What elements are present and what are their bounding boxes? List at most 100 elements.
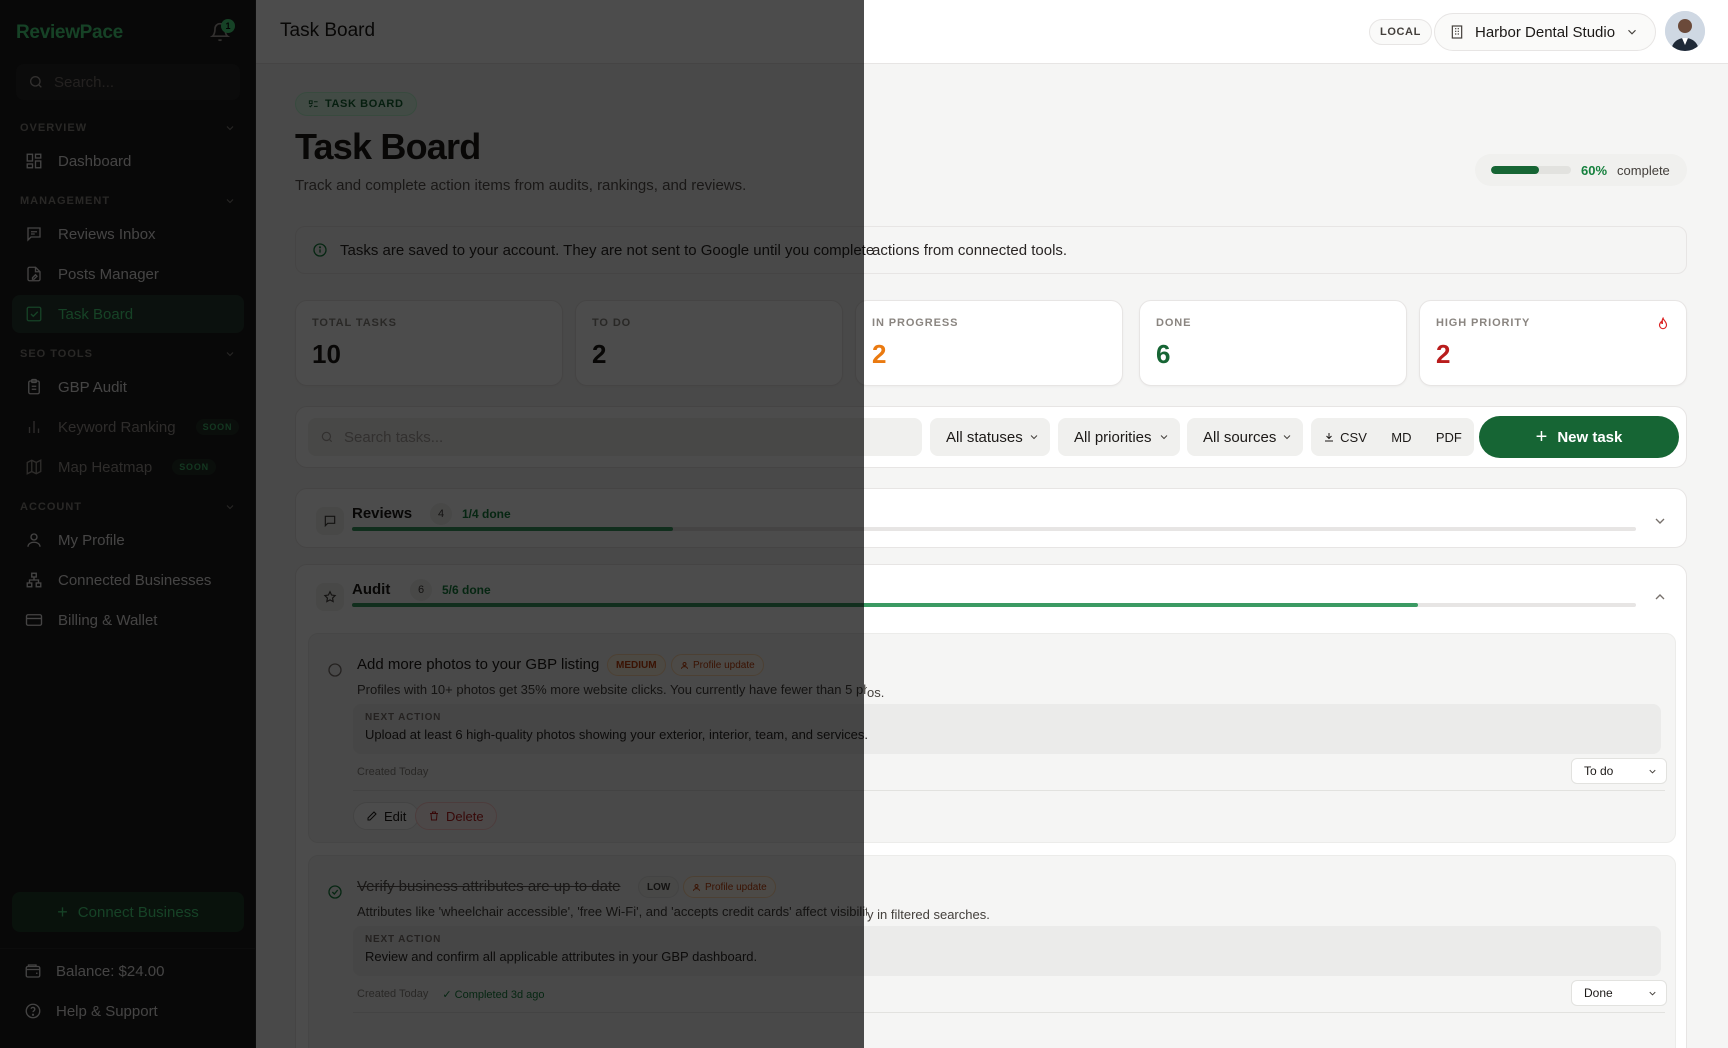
chevron-down-icon[interactable] <box>1652 513 1668 529</box>
group-header[interactable]: Reviews 4 1/4 done <box>316 503 1668 543</box>
business-selector[interactable]: Harbor Dental Studio <box>1434 13 1656 51</box>
sidebar-item-my-profile[interactable]: My Profile <box>12 521 244 559</box>
circle-icon[interactable] <box>327 662 343 678</box>
group-progress-fill <box>352 527 673 531</box>
export-csv-button[interactable]: CSV <box>1317 423 1373 451</box>
sidebar-item-dashboard[interactable]: Dashboard <box>12 142 244 180</box>
export-group: CSV MD PDF <box>1311 418 1474 456</box>
balance-label: Balance: $24.00 <box>56 962 165 980</box>
stat-value: 6 <box>1156 339 1171 369</box>
file-edit-icon <box>24 264 44 284</box>
balance-link[interactable]: Balance: $24.00 <box>24 962 164 980</box>
search-icon <box>30 76 42 88</box>
progress-word: complete <box>1617 162 1670 178</box>
help-label: Help & Support <box>56 1002 158 1020</box>
sidebar-item-reviews-inbox[interactable]: Reviews Inbox <box>12 215 244 253</box>
help-support-link[interactable]: Help & Support <box>24 1002 158 1020</box>
connect-business-label: Connect Business <box>77 903 199 921</box>
export-md-label: MD <box>1391 429 1412 445</box>
flame-icon <box>1658 317 1668 330</box>
status-filter[interactable]: All statuses <box>930 418 1050 456</box>
message-icon <box>316 507 344 535</box>
task-meta: Created Today ✓ Completed 3d ago <box>357 988 545 1001</box>
task-completed: ✓ Completed 3d ago <box>442 989 545 1001</box>
source-badge-label: Profile update <box>705 881 767 893</box>
user-icon <box>681 661 688 669</box>
clipboard-icon <box>24 377 44 397</box>
next-action-box: NEXT ACTION Upload at least 6 high-quali… <box>353 704 1661 754</box>
info-icon <box>313 243 327 257</box>
sidebar-item-connected-businesses[interactable]: Connected Businesses <box>12 561 244 599</box>
brand-logo[interactable]: ReviewPace <box>16 22 123 44</box>
sidebar-item-keyword-ranking[interactable]: Keyword Ranking SOON <box>12 408 244 446</box>
source-filter[interactable]: All sources <box>1187 418 1303 456</box>
task-search[interactable] <box>308 418 922 456</box>
building-icon <box>1451 25 1463 39</box>
section-account-label: ACCOUNT <box>20 501 82 513</box>
topbar: Task Board LOCAL Harbor Dental Studio <box>256 0 1728 64</box>
task-card: Verify business attributes are up to dat… <box>308 855 1676 1048</box>
task-group-reviews[interactable]: Reviews 4 1/4 done <box>295 488 1687 548</box>
priority-filter[interactable]: All priorities <box>1058 418 1180 456</box>
group-title: Reviews <box>352 505 413 522</box>
progress-bar-fill <box>1491 166 1539 174</box>
task-status-select[interactable]: Done <box>1571 980 1667 1006</box>
sidebar-item-map-heatmap[interactable]: Map Heatmap SOON <box>12 448 244 486</box>
next-action-text: Review and confirm all applicable attrib… <box>365 949 758 964</box>
avatar[interactable] <box>1665 11 1705 51</box>
sidebar-item-gbp-audit[interactable]: GBP Audit <box>12 368 244 406</box>
network-icon <box>24 570 44 590</box>
connect-business-button[interactable]: + Connect Business <box>12 892 244 932</box>
sidebar-item-task-board[interactable]: Task Board <box>12 295 244 333</box>
priority-filter-value: All priorities <box>1074 428 1152 446</box>
stat-card-high-priority: HIGH PRIORITY 2 <box>1419 300 1687 386</box>
sidebar: ReviewPace 1 OVERVIEW Dashboard MANAGEME… <box>0 0 256 1048</box>
sidebar-search[interactable] <box>16 64 240 100</box>
export-md-button[interactable]: MD <box>1385 423 1417 451</box>
task-title[interactable]: Add more photos to your GBP listing <box>357 656 599 673</box>
task-title[interactable]: Verify business attributes are up to dat… <box>357 878 621 895</box>
section-seo-tools[interactable]: SEO TOOLS <box>20 348 236 360</box>
page-subtitle: Track and complete action items from aud… <box>295 177 747 194</box>
delete-task-button[interactable]: Delete <box>415 802 497 830</box>
sidebar-item-posts-manager[interactable]: Posts Manager <box>12 255 244 293</box>
section-overview[interactable]: OVERVIEW <box>20 122 236 134</box>
chevron-down-icon <box>1649 769 1656 774</box>
chevron-up-icon[interactable] <box>1652 589 1668 605</box>
notification-badge: 1 <box>221 19 235 33</box>
check-circle-icon[interactable] <box>327 884 343 900</box>
task-status-value: Done <box>1584 986 1613 1000</box>
export-pdf-button[interactable]: PDF <box>1430 423 1468 451</box>
stat-card-total: TOTAL TASKS 10 <box>295 300 563 386</box>
search-icon <box>321 431 333 443</box>
section-management-label: MANAGEMENT <box>20 195 111 207</box>
progress-percent: 60% <box>1581 162 1608 178</box>
plus-icon: + <box>57 902 68 922</box>
group-count: 6 <box>410 579 432 601</box>
chevron-down-icon <box>226 352 234 357</box>
message-icon <box>24 224 44 244</box>
new-task-button[interactable]: + New task <box>1479 416 1679 458</box>
export-pdf-label: PDF <box>1435 429 1462 445</box>
task-meta: Created Today <box>357 766 428 778</box>
list-todo-icon <box>308 99 318 108</box>
chevron-down-icon <box>1283 435 1291 440</box>
task-description: Attributes like 'wheelchair accessible',… <box>357 904 990 922</box>
export-csv-label: CSV <box>1340 429 1367 445</box>
section-account[interactable]: ACCOUNT <box>20 501 236 513</box>
sidebar-item-label: Keyword Ranking <box>58 418 176 436</box>
filter-toolbar: All statuses All priorities All sources … <box>295 406 1687 468</box>
avatar-image <box>1665 11 1705 51</box>
task-status-select[interactable]: To do <box>1571 758 1667 784</box>
section-overview-label: OVERVIEW <box>20 122 88 134</box>
group-header[interactable]: Audit 6 5/6 done <box>316 579 1668 619</box>
edit-label: Edit <box>384 808 407 824</box>
env-badge: LOCAL <box>1369 19 1432 45</box>
sidebar-search-input[interactable] <box>54 73 224 91</box>
section-management[interactable]: MANAGEMENT <box>20 195 236 207</box>
task-search-input[interactable] <box>344 428 904 446</box>
chevron-down-icon <box>226 199 234 204</box>
sidebar-item-billing-wallet[interactable]: Billing & Wallet <box>12 601 244 639</box>
edit-task-button[interactable]: Edit <box>353 802 420 830</box>
chevron-down-icon <box>1160 435 1168 440</box>
